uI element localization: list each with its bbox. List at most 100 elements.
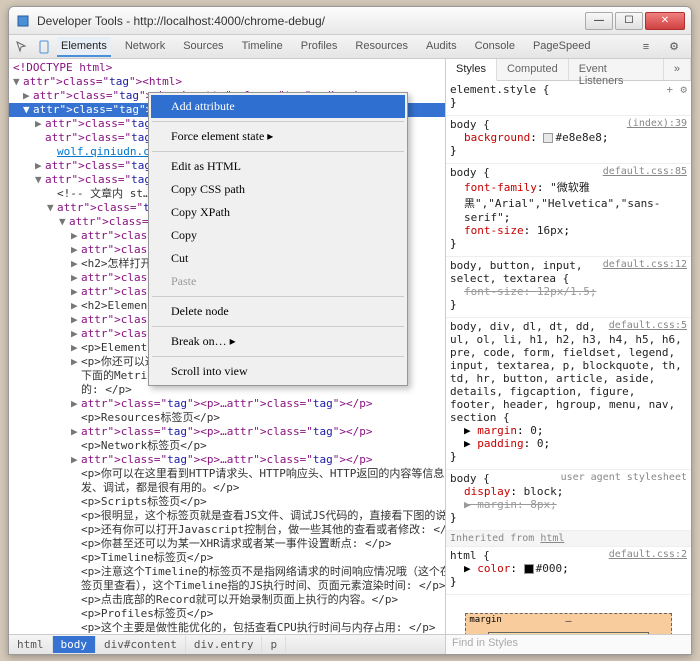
dom-line[interactable]: 发、调试，都是很有用的。</p> xyxy=(9,481,445,495)
style-property[interactable]: ▶ color: #000; xyxy=(450,562,687,575)
dom-line[interactable]: <p>很明显，这个标签页就是查看JS文件、调试JS代码的，直接看下图的说明: <… xyxy=(9,509,445,523)
dom-line[interactable]: <p>点击底部的Record就可以开始录制页面上执行的内容。</p> xyxy=(9,593,445,607)
sidebar-tab-event-listeners[interactable]: Event Listeners xyxy=(569,59,664,80)
breadcrumb-item[interactable]: div.entry xyxy=(186,636,263,653)
sidebar-tab-computed[interactable]: Computed xyxy=(497,59,569,80)
menu-item-copy-css-path[interactable]: Copy CSS path xyxy=(151,178,405,201)
sidebar-tab-»[interactable]: » xyxy=(664,59,691,80)
expand-arrow-icon[interactable]: ▶ xyxy=(71,299,81,313)
breadcrumb-item[interactable]: p xyxy=(262,636,286,653)
expand-arrow-icon[interactable]: ▶ xyxy=(35,159,45,173)
dom-line[interactable]: <p>Network标签页</p> xyxy=(9,439,445,453)
expand-arrow-icon[interactable]: ▶ xyxy=(71,341,81,355)
dom-line[interactable]: <p>你可以在这里看到HTTP请求头、HTTP响应头、HTTP返回的内容等信息，… xyxy=(9,467,445,481)
tab-resources[interactable]: Resources xyxy=(351,37,412,57)
dom-line[interactable]: <p>Scripts标签页</p> xyxy=(9,495,445,509)
tab-elements[interactable]: Elements xyxy=(57,37,111,57)
tab-audits[interactable]: Audits xyxy=(422,37,461,57)
style-rule[interactable]: default.css:2html {▶ color: #000;} xyxy=(446,547,691,595)
style-rule[interactable]: +⚙element.style {} xyxy=(446,81,691,116)
find-in-styles[interactable]: Find in Styles xyxy=(446,634,691,654)
expand-arrow-icon[interactable]: ▶ xyxy=(71,313,81,327)
expand-arrow-icon[interactable]: ▼ xyxy=(35,173,45,187)
expand-arrow-icon[interactable]: ▶ xyxy=(71,397,81,411)
dom-line[interactable]: <p>Timeline标签页</p> xyxy=(9,551,445,565)
tab-timeline[interactable]: Timeline xyxy=(238,37,287,57)
menu-item-delete-node[interactable]: Delete node xyxy=(151,300,405,323)
dom-line[interactable]: <p>Profiles标签页</p> xyxy=(9,607,445,621)
style-rule[interactable]: (index):39body {background: #e8e8e8;} xyxy=(446,116,691,164)
menu-item-break-on-[interactable]: Break on… ▸ xyxy=(151,330,405,353)
expand-arrow-icon[interactable]: ▼ xyxy=(13,75,23,89)
style-property[interactable]: font-size: 12px/1.5; xyxy=(450,285,687,298)
dom-line[interactable]: <p>Resources标签页</p> xyxy=(9,411,445,425)
style-rule[interactable]: default.css:12body, button, input, selec… xyxy=(446,257,691,318)
style-property[interactable]: ▶ margin: 8px; xyxy=(450,498,687,511)
expand-arrow-icon[interactable]: ▶ xyxy=(71,355,81,369)
breadcrumb-item[interactable]: div#content xyxy=(96,636,186,653)
styles-pane[interactable]: +⚙element.style {}(index):39body {backgr… xyxy=(446,81,691,634)
style-property[interactable]: ▶ padding: 0; xyxy=(450,437,687,450)
style-property[interactable]: display: block; xyxy=(450,485,687,498)
style-rule[interactable]: user agent stylesheetbody {display: bloc… xyxy=(446,470,691,531)
expand-arrow-icon[interactable]: ▶ xyxy=(71,257,81,271)
dom-line[interactable]: ▶attr">class="tag"><p>…attr">class="tag"… xyxy=(9,453,445,467)
close-button[interactable]: ✕ xyxy=(645,12,685,30)
dom-line[interactable]: ▼attr">class="tag"><html> xyxy=(9,75,445,89)
source-link[interactable]: (index):39 xyxy=(627,118,687,129)
tab-network[interactable]: Network xyxy=(121,37,169,57)
expand-arrow-icon[interactable]: ▶ xyxy=(71,271,81,285)
sidebar-tab-styles[interactable]: Styles xyxy=(446,59,497,81)
style-property[interactable]: font-size: 16px; xyxy=(450,224,687,237)
expand-arrow-icon[interactable]: ▶ xyxy=(71,229,81,243)
expand-arrow-icon[interactable]: ▶ xyxy=(35,117,45,131)
menu-item-scroll-into-view[interactable]: Scroll into view xyxy=(151,360,405,383)
menu-item-cut[interactable]: Cut xyxy=(151,247,405,270)
minimize-button[interactable]: — xyxy=(585,12,613,30)
settings-icon[interactable]: ⚙ xyxy=(665,38,683,56)
dom-line[interactable]: 签页里查看），这个Timeline指的JS执行时间、页面元素渲染时间: </p> xyxy=(9,579,445,593)
dom-line[interactable]: <p>这个主要是做性能优化的，包括查看CPU执行时间与内存占用: </p> xyxy=(9,621,445,634)
menu-item-add-attribute[interactable]: Add attribute xyxy=(151,95,405,118)
expand-arrow-icon[interactable]: ▶ xyxy=(23,89,33,103)
source-link[interactable]: default.css:85 xyxy=(603,166,687,177)
add-rule-icon[interactable]: + xyxy=(666,83,673,96)
menu-item-copy-xpath[interactable]: Copy XPath xyxy=(151,201,405,224)
dom-line[interactable]: <p>注意这个Timeline的标签页不是指网络请求的时间响应情况哦（这个在Ne… xyxy=(9,565,445,579)
expand-arrow-icon[interactable]: ▼ xyxy=(23,103,33,117)
breadcrumb-item[interactable]: html xyxy=(9,636,53,653)
gear-icon[interactable]: ⚙ xyxy=(680,83,687,96)
dom-line[interactable]: ▶attr">class="tag"><p>…attr">class="tag"… xyxy=(9,397,445,411)
expand-arrow-icon[interactable]: ▶ xyxy=(71,243,81,257)
dom-line[interactable]: ▶attr">class="tag"><p>…attr">class="tag"… xyxy=(9,425,445,439)
breadcrumb-item[interactable]: body xyxy=(53,636,97,653)
style-rule[interactable]: default.css:5body, div, dl, dt, dd, ul, … xyxy=(446,318,691,470)
source-link[interactable]: default.css:5 xyxy=(609,320,687,331)
expand-arrow-icon[interactable]: ▶ xyxy=(71,453,81,467)
expand-arrow-icon[interactable]: ▶ xyxy=(71,327,81,341)
inspect-icon[interactable] xyxy=(13,38,31,56)
tab-console[interactable]: Console xyxy=(471,37,519,57)
device-icon[interactable] xyxy=(35,38,53,56)
expand-arrow-icon[interactable]: ▼ xyxy=(47,201,57,215)
tab-profiles[interactable]: Profiles xyxy=(297,37,342,57)
menu-item-force-element-state[interactable]: Force element state ▸ xyxy=(151,125,405,148)
style-property[interactable]: background: #e8e8e8; xyxy=(450,131,687,144)
console-toggle-icon[interactable]: ≡ xyxy=(637,38,655,56)
tab-pagespeed[interactable]: PageSpeed xyxy=(529,37,595,57)
expand-arrow-icon[interactable]: ▶ xyxy=(71,285,81,299)
style-property[interactable]: ▶ margin: 0; xyxy=(450,424,687,437)
source-link[interactable]: default.css:12 xyxy=(603,259,687,270)
menu-item-copy[interactable]: Copy xyxy=(151,224,405,247)
menu-item-edit-as-html[interactable]: Edit as HTML xyxy=(151,155,405,178)
expand-arrow-icon[interactable]: ▶ xyxy=(71,425,81,439)
maximize-button[interactable]: ☐ xyxy=(615,12,643,30)
style-rule[interactable]: default.css:85body {font-family: "微软雅黑",… xyxy=(446,164,691,257)
expand-arrow-icon[interactable]: ▼ xyxy=(59,215,69,229)
source-link[interactable]: user agent stylesheet xyxy=(561,472,687,483)
tab-sources[interactable]: Sources xyxy=(179,37,227,57)
style-property[interactable]: font-family: "微软雅黑","Arial","Helvetica",… xyxy=(450,179,687,224)
dom-line[interactable]: <p>你甚至还可以为某一XHR请求或者某一事件设置断点: </p> xyxy=(9,537,445,551)
dom-line[interactable]: <p>还有你可以打开Javascript控制台，做一些其他的查看或者修改: </… xyxy=(9,523,445,537)
source-link[interactable]: default.css:2 xyxy=(609,549,687,560)
